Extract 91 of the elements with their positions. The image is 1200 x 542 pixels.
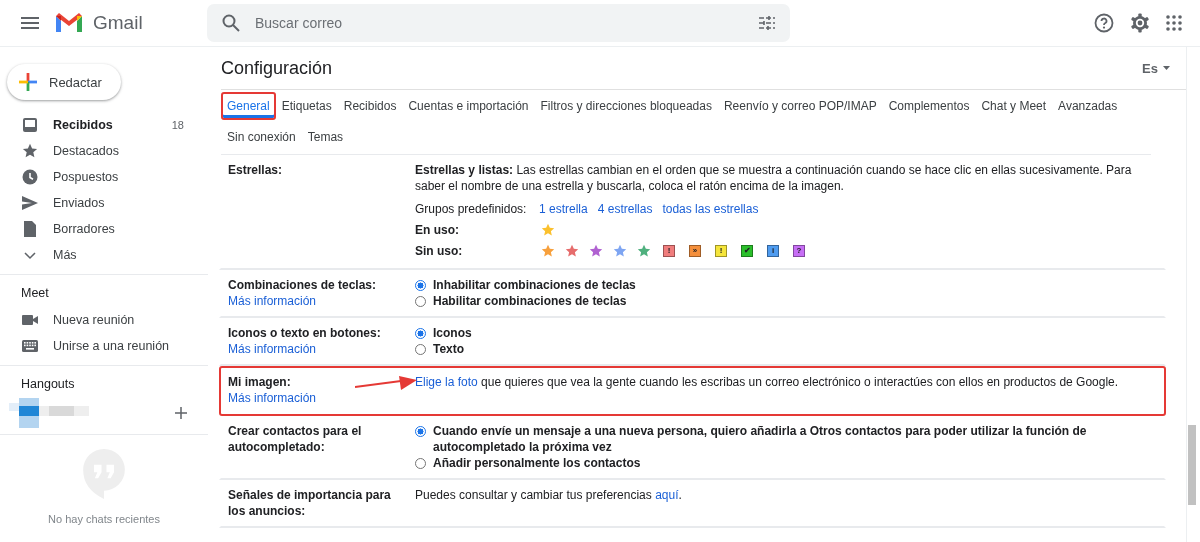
setting-label: Crear contactos para el autocompletado: [228,423,363,455]
plus-icon [19,73,37,91]
add-icon[interactable] [175,407,187,419]
search-field[interactable]: Buscar correo [207,4,790,42]
apps-grid-icon[interactable] [1166,15,1182,31]
settings-tab[interactable]: General [221,92,276,120]
settings-tab[interactable]: Chat y Meet [975,92,1053,120]
unread-count: 18 [171,119,184,131]
marker-tag[interactable]: ? [793,244,805,257]
settings-tab[interactable]: Temas [301,123,350,151]
marker-tag[interactable]: i [767,244,779,257]
marker-tag[interactable]: ! [715,244,727,257]
settings-tab[interactable]: Complementos [882,92,976,120]
settings-tab[interactable]: Filtros y direcciones bloqueadas [534,92,718,120]
more-info-link[interactable]: Más información [228,293,317,309]
radio-button[interactable] [415,280,426,291]
sidebar-item[interactable]: Más [0,242,208,268]
language-dropdown[interactable]: Es [1136,59,1176,77]
help-icon[interactable] [1094,13,1114,33]
settings-tab[interactable]: Cuentas e importación [402,92,535,120]
annotation-arrow [355,376,417,390]
sidebar-item[interactable]: Nueva reunión [0,307,208,333]
preset-link[interactable]: 4 estrellas [597,200,653,217]
setting-label: Mi imagen: [228,374,292,390]
star-icon[interactable] [589,243,603,258]
sidebar-item[interactable]: Borradores [0,216,208,242]
sidebar-item[interactable]: Enviados [0,190,208,216]
star-icon[interactable] [565,243,579,258]
option-label: Habilitar combinaciones de teclas [433,293,627,309]
settings-tab[interactable]: Recibidos [337,92,403,120]
setting-label: Iconos o texto en botones: [228,325,382,341]
presets-label: Grupos predefinidos: [415,201,525,216]
setting-label: Estrellas: [228,162,284,178]
star-icon[interactable] [541,243,555,258]
setting-description: Puedes consultar y cambiar tus preferencias aquí. [415,487,683,503]
marker-tag[interactable]: ✔ [741,244,753,257]
caret-icon [1163,66,1170,70]
clock-icon [22,169,38,185]
document-icon [22,221,38,237]
setting-label: Combinaciones de teclas: [228,277,378,293]
page-title: Configuración [221,57,333,79]
option-label: Texto [433,341,465,357]
sidebar-item[interactable]: Recibidos 18 [0,112,208,138]
radio-button[interactable] [415,328,426,339]
sidebar-item[interactable]: Unirse a una reunión [0,333,208,359]
in-use-label: En uso: [415,222,460,237]
star-icon[interactable] [637,243,651,258]
search-icon [222,14,240,32]
brand-name: Gmail [93,12,143,34]
sidebar-item[interactable]: Destacados [0,138,208,164]
settings-tab[interactable]: Reenvío y correo POP/IMAP [717,92,883,120]
envelope-m-icon [54,12,84,34]
radio-button[interactable] [415,344,426,355]
option-label: Iconos [433,325,472,341]
setting-label: Señales de importancia para los anuncios: [228,487,392,519]
option-label: Añadir personalmente los contactos [433,455,641,471]
marker-tag[interactable]: » [689,244,701,257]
inline-link[interactable]: Elige la foto [415,375,478,389]
section-title: Hangouts [20,376,76,393]
inbox-icon [22,117,38,133]
star-icon[interactable] [613,243,627,258]
sidebar-item[interactable]: Pospuestos [0,164,208,190]
section-title: Meet [20,285,50,302]
blurred-contact[interactable] [9,398,89,428]
send-icon [22,195,38,211]
preset-link[interactable]: 1 estrella [539,200,588,217]
compose-button[interactable]: Redactar [7,64,121,100]
empty-chats-message: No hay chats recientes [48,513,160,525]
radio-button[interactable] [415,458,426,469]
keyboard-icon [22,338,38,354]
option-label: Cuando envíe un mensaje a una nueva persona, quiero añadirla a Otros contactos para poder utilizar la función de autocompletado la próxima vez [433,423,1088,455]
settings-tab[interactable]: Sin conexión [221,123,302,151]
search-input[interactable]: Buscar correo [253,14,759,32]
settings-icon[interactable] [1130,13,1150,33]
star-icon [22,143,38,159]
more-info-link[interactable]: Más información [228,390,317,406]
radio-button[interactable] [415,296,426,307]
setting-description: Elige la foto que quieres que vea la gente cuando les escribas un correo electrónico o interactúes con ellos en productos de Google. [415,374,1120,390]
unused-label: Sin uso: [415,243,464,258]
option-label: Inhabilitar combinaciones de teclas [433,277,636,293]
menu-icon[interactable] [21,17,39,29]
radio-button[interactable] [415,426,426,437]
stars-description: Estrellas y listas: Las estrellas cambian en el orden que se muestra a continuación cuando se hace clic en ellas sucesivamente. Para saber el nombre de una estrella y buscarla, coloca el ratón encima de la imagen. [415,162,1133,194]
filter-options-icon[interactable] [759,15,775,31]
marker-tag[interactable]: ! [663,244,675,257]
more-info-link[interactable]: Más información [228,341,317,357]
settings-tab[interactable]: Etiquetas [275,92,338,120]
settings-tab[interactable]: Avanzadas [1052,92,1124,120]
preset-link[interactable]: todas las estrellas [662,200,759,217]
star-icon[interactable] [541,222,555,237]
video-camera-icon [22,312,38,328]
